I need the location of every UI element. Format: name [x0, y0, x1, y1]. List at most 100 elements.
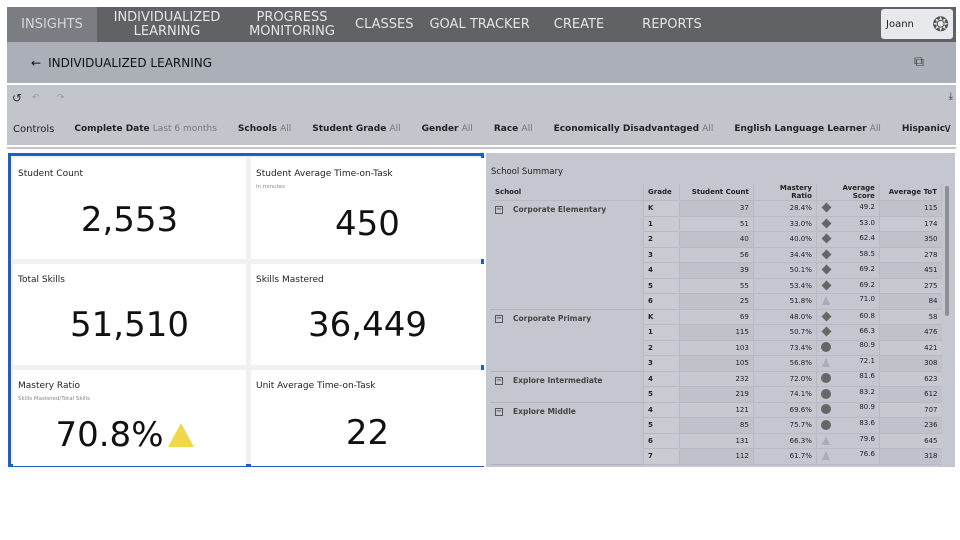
collapse-icon[interactable]: − [495, 206, 503, 214]
download-icon[interactable]: ⤓ [949, 91, 953, 102]
redo-icon[interactable]: ↷ [57, 93, 65, 103]
average-tot-cell: 318 [878, 448, 942, 465]
tab-insights[interactable]: INSIGHTS [7, 7, 97, 42]
average-score-cell: 49.2 [815, 200, 880, 217]
average-tot-cell: 350 [878, 231, 942, 248]
average-score-cell: 71.0 [815, 293, 880, 310]
kpi-mastery-ratio: Mastery Ratio Skills Mastered/Total Skil… [13, 370, 246, 466]
score-value: 49.2 [859, 203, 875, 212]
student-count-cell: 115 [678, 324, 754, 341]
kpi-value: 51,510 [70, 305, 189, 345]
student-count-cell: 40 [678, 231, 754, 248]
student-count-cell: 51 [678, 216, 754, 232]
column-header[interactable]: Average ToT [878, 184, 943, 201]
tab-create[interactable]: CREATE [546, 7, 612, 42]
student-count-cell: 56 [678, 247, 754, 263]
circle-icon [820, 342, 831, 353]
tab-goal-tracker[interactable]: GOAL TRACKER [421, 7, 537, 42]
tab-individualized-learning[interactable]: INDIVIDUALIZED LEARNING [97, 7, 237, 42]
student-count-cell: 25 [678, 293, 754, 310]
score-value: 79.6 [859, 434, 875, 443]
collapse-icon[interactable]: − [495, 407, 503, 416]
mastery-ratio-cell: 74.1% [752, 386, 817, 403]
student-count-cell: 39 [678, 262, 754, 279]
open-external-icon[interactable]: ⧉ [914, 54, 924, 70]
grade-cell: 4 [643, 402, 680, 418]
triangle-icon [821, 358, 830, 368]
tab-progress-monitoring[interactable]: PROGRESS MONITORING [237, 7, 347, 42]
diamond-icon [821, 311, 832, 322]
kpi-student-count: Student Count 2,553 [13, 158, 246, 259]
user-menu-button[interactable]: Joann ❂ [881, 9, 953, 39]
average-score-cell: 72.1 [815, 355, 880, 372]
score-value: 83.6 [859, 418, 875, 427]
mastery-ratio-cell: 73.4% [752, 340, 817, 356]
triangle-icon [821, 451, 830, 461]
table-row: − Explore Intermediate 4 232 72.0% 81.6 623 [491, 371, 942, 403]
table-title: School Summary [491, 167, 563, 177]
filter-english-language-learner[interactable]: English Language Learner All [734, 124, 881, 134]
score-value: 58.5 [859, 249, 875, 258]
diamond-icon [821, 202, 832, 213]
score-value: 69.2 [859, 280, 875, 289]
scrollbar[interactable] [945, 186, 949, 316]
mastery-ratio-cell: 72.0% [752, 371, 817, 387]
kpi-unit-avg-time: Unit Average Time-on-Task 22 [251, 370, 484, 466]
grade-cell: K [643, 200, 680, 217]
user-name: Joann [886, 18, 914, 30]
filter-gender[interactable]: Gender All [422, 124, 473, 134]
undo-icon[interactable]: ↶ [32, 93, 40, 103]
average-score-cell: 53.0 [815, 216, 880, 232]
toolbar: ↺ ↶ ↷ ⤓ [7, 85, 956, 113]
collapse-icon[interactable]: − [495, 376, 503, 385]
average-score-cell: 80.9 [815, 340, 880, 356]
tab-reports[interactable]: REPORTS [634, 7, 710, 42]
student-count-cell: 121 [678, 402, 754, 418]
column-header[interactable]: School [491, 184, 645, 201]
mastery-ratio-cell: 61.7% [752, 448, 817, 465]
score-value: 80.9 [859, 341, 875, 350]
filter-race[interactable]: Race All [494, 124, 533, 134]
mastery-ratio-cell: 50.1% [752, 262, 817, 279]
kpi-title: Total Skills [18, 275, 65, 285]
average-score-cell: 79.6 [815, 433, 880, 449]
collapse-icon[interactable]: − [495, 314, 503, 323]
mastery-ratio-cell: 51.8% [752, 293, 817, 310]
filter-complete-date[interactable]: Complete Date Last 6 months [74, 124, 217, 134]
kpi-title: Mastery Ratio [18, 381, 81, 391]
school-cell: − Corporate Elementary [491, 200, 644, 310]
column-header[interactable]: Average Score [815, 184, 880, 201]
filter-economically-disadvantaged[interactable]: Economically Disadvantaged All [554, 124, 714, 134]
column-header[interactable]: Mastery Ratio [752, 184, 817, 201]
average-score-cell: 83.6 [815, 417, 880, 434]
school-cell: − Explore Intermediate [491, 371, 644, 403]
score-value: 53.0 [859, 218, 875, 227]
kpi-title: Skills Mastered [256, 275, 324, 285]
controls-label: Controls [13, 123, 55, 135]
column-header[interactable]: Student Count [678, 184, 754, 201]
average-tot-cell: 308 [878, 355, 942, 372]
circle-icon [820, 388, 831, 399]
student-count-cell: 219 [678, 386, 754, 403]
average-score-cell: 60.8 [815, 309, 880, 325]
reset-icon[interactable]: ↺ [12, 91, 22, 105]
kpi-value: 70.8% [55, 415, 164, 455]
triangle-up-icon [167, 423, 194, 447]
filter-schools[interactable]: Schools All [238, 124, 291, 134]
table-row: − Explore Middle 4 121 69.6% 80.9 707 [491, 402, 942, 465]
filter-student-grade[interactable]: Student Grade All [312, 124, 400, 134]
tab-classes[interactable]: CLASSES [347, 7, 421, 42]
student-count-cell: 232 [678, 371, 754, 387]
kpi-subtitle: in minutes [256, 184, 286, 190]
mastery-ratio-cell: 34.4% [752, 247, 817, 263]
filter-hispanic[interactable]: Hispanic [902, 124, 945, 134]
mastery-ratio-cell: 48.0% [752, 309, 817, 325]
column-header[interactable]: Grade [643, 184, 680, 201]
avatar: ❂ [932, 12, 949, 36]
school-name: Corporate Elementary [513, 205, 607, 214]
chevron-down-icon[interactable]: ∨ [943, 121, 952, 135]
mastery-ratio-cell: 66.3% [752, 433, 817, 449]
grade-cell: 1 [643, 324, 680, 341]
back-arrow-icon[interactable]: ← [31, 56, 41, 70]
mastery-ratio-cell: 33.0% [752, 216, 817, 232]
